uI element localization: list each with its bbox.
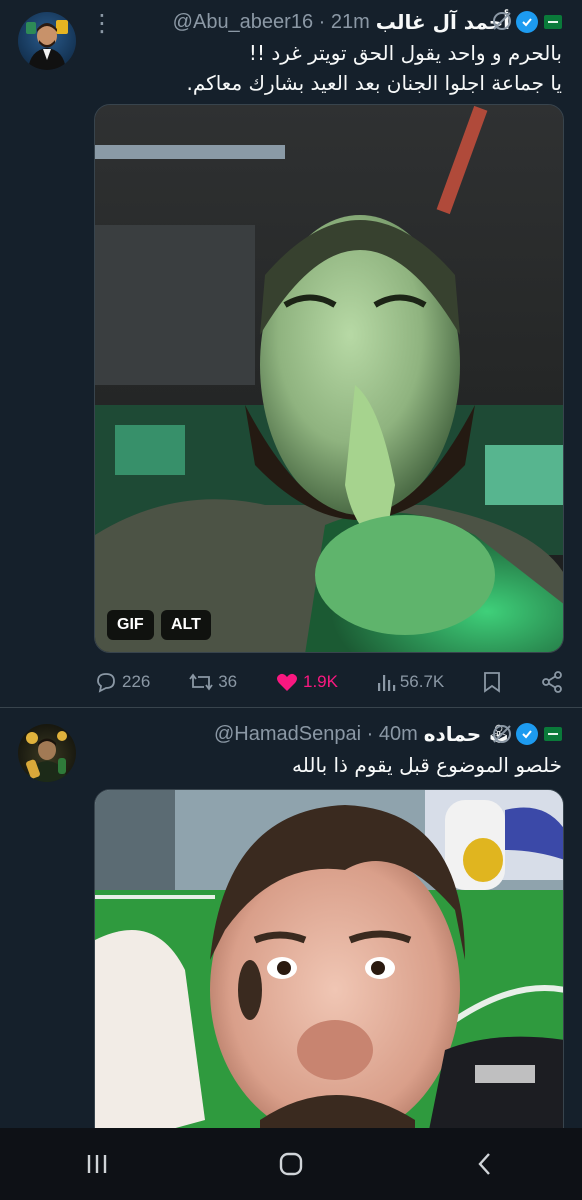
like-button[interactable]: 1.9K bbox=[275, 670, 338, 694]
gif-frame-image bbox=[95, 105, 563, 652]
tweet-display-name[interactable]: حماده bbox=[424, 722, 481, 746]
heart-icon bbox=[276, 673, 297, 691]
tweet-1-actions: 226 36 1.9K 56.7K bbox=[94, 668, 564, 696]
tweet-handle[interactable]: @HamadSenpai · 40m bbox=[214, 723, 418, 746]
grok-icon[interactable] bbox=[490, 9, 514, 33]
tweet-1-text: بالحرم و واحد يقول الحق تويتر غرد !! يا … bbox=[90, 38, 562, 98]
reply-icon bbox=[97, 673, 115, 693]
tweet-text-line: بالحرم و واحد يقول الحق تويتر غرد !! bbox=[248, 41, 562, 65]
like-count: 1.9K bbox=[302, 672, 338, 691]
tweet-1-header: ⋮ @Abu_abeer16 · 21m أحمد آل غالب bbox=[90, 7, 562, 37]
bookmark-icon bbox=[484, 672, 500, 693]
nav-home-icon[interactable] bbox=[276, 1149, 306, 1179]
android-navigation-bar bbox=[0, 1128, 582, 1200]
views-button[interactable]: 56.7K bbox=[376, 671, 444, 693]
nav-recents-icon[interactable] bbox=[82, 1149, 112, 1179]
retweet-count: 36 bbox=[218, 672, 238, 691]
retweet-button[interactable]: 36 bbox=[188, 670, 237, 694]
nav-back-icon[interactable] bbox=[470, 1149, 500, 1179]
gif-badge: GIF bbox=[107, 610, 154, 640]
tweet-2-header: @HamadSenpai · 40m حماده 🕹 bbox=[90, 719, 562, 749]
share-button[interactable] bbox=[540, 670, 564, 694]
avatar-hamad-senpai[interactable] bbox=[18, 724, 76, 782]
tweet-text-line: خلصو الموضوع قبل يقوم ذا بالله bbox=[292, 753, 562, 777]
reply-count: 226 bbox=[122, 672, 151, 691]
tweet-1[interactable]: ⋮ @Abu_abeer16 · 21m أحمد آل غالب بالحرم… bbox=[0, 0, 582, 708]
verified-badge-icon bbox=[516, 723, 538, 745]
views-icon bbox=[377, 675, 396, 691]
share-icon bbox=[542, 671, 562, 693]
verified-badge-icon bbox=[516, 11, 538, 33]
tweet-2-media-image[interactable] bbox=[94, 789, 564, 1149]
saudi-flag-icon bbox=[544, 15, 562, 29]
tweet-text-line: يا جماعة اجلوا الجنان بعد العيد بشارك مع… bbox=[186, 71, 562, 95]
selfie-image bbox=[95, 790, 563, 1148]
tweet-2-text: خلصو الموضوع قبل يقوم ذا بالله bbox=[90, 750, 562, 780]
bookmark-button[interactable] bbox=[482, 670, 502, 694]
tweet-1-media-gif[interactable]: GIF ALT bbox=[94, 104, 564, 653]
more-icon[interactable]: ⋮ bbox=[90, 9, 114, 37]
reply-button[interactable]: 226 bbox=[94, 670, 150, 694]
retweet-icon bbox=[189, 673, 213, 691]
tweet-handle[interactable]: @Abu_abeer16 · 21m bbox=[173, 11, 370, 34]
saudi-flag-icon bbox=[544, 727, 562, 741]
views-count: 56.7K bbox=[399, 672, 445, 691]
alt-text-button[interactable]: ALT bbox=[161, 610, 211, 640]
grok-icon[interactable] bbox=[490, 722, 514, 746]
avatar-abu-abeer[interactable] bbox=[18, 12, 76, 70]
